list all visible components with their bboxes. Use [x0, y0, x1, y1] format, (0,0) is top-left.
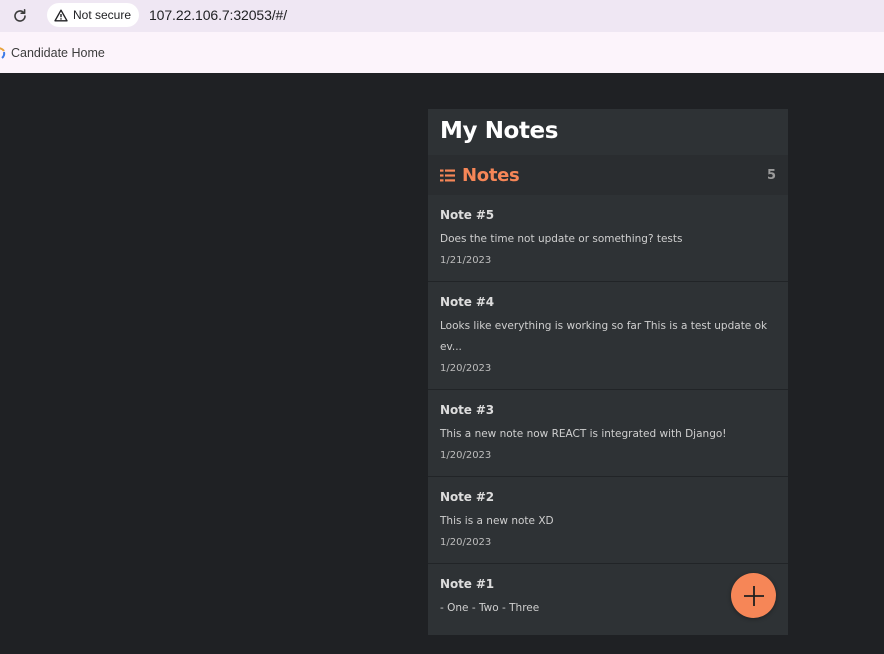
- note-list-item[interactable]: Note #4 Looks like everything is working…: [428, 282, 788, 390]
- note-title: Note #5: [440, 208, 495, 222]
- note-list-item[interactable]: Note #3 This a new note now REACT is int…: [428, 390, 788, 477]
- security-indicator[interactable]: Not secure: [47, 3, 140, 27]
- list-icon: [440, 169, 455, 182]
- app-header: My Notes: [428, 109, 788, 155]
- bookmark-candidate-home[interactable]: Candidate Home: [0, 44, 105, 62]
- browser-toolbar: Not secure 107.22.106.7:32053/#/: [0, 0, 884, 32]
- reload-icon[interactable]: [10, 6, 30, 26]
- note-date: 1/20/2023: [440, 363, 492, 374]
- notes-count: 5: [766, 167, 776, 183]
- add-note-button[interactable]: [731, 573, 776, 618]
- note-title: Note #2: [440, 490, 495, 504]
- note-list-item[interactable]: Note #2 This is a new note XD 1/20/2023: [428, 477, 788, 564]
- notes-heading-label: Notes: [462, 164, 520, 186]
- note-title: Note #1: [440, 577, 495, 591]
- notes-list: Note #5 Does the time not update or some…: [428, 195, 788, 630]
- address-bar-url[interactable]: 107.22.106.7:32053/#/: [149, 7, 287, 23]
- warning-icon: [54, 9, 68, 22]
- note-preview: Does the time not update or something? t…: [440, 233, 683, 245]
- bookmark-label: Candidate Home: [11, 46, 105, 60]
- bookmarks-bar: Candidate Home: [0, 32, 884, 73]
- app-title: My Notes: [440, 118, 559, 144]
- note-date: 1/20/2023: [440, 537, 492, 548]
- note-preview: - One - Two - Three: [440, 602, 540, 614]
- note-title: Note #4: [440, 295, 495, 309]
- note-title: Note #3: [440, 403, 495, 417]
- note-list-item[interactable]: Note #5 Does the time not update or some…: [428, 195, 788, 282]
- app-page: My Notes Notes 5 Note #5 Does the time n…: [0, 73, 884, 654]
- note-preview: This is a new note XD: [440, 515, 554, 527]
- note-preview: Looks like everything is working so far …: [440, 320, 768, 353]
- plus-icon: [742, 584, 766, 608]
- notes-header: Notes 5: [428, 155, 788, 195]
- security-label: Not secure: [73, 8, 132, 22]
- notes-app-container: My Notes Notes 5 Note #5 Does the time n…: [428, 109, 788, 635]
- note-date: 1/21/2023: [440, 255, 492, 266]
- note-preview: This a new note now REACT is integrated …: [440, 428, 727, 440]
- notes-heading: Notes: [440, 164, 520, 186]
- note-date: 1/20/2023: [440, 450, 492, 461]
- bookmark-favicon-icon: [0, 46, 6, 60]
